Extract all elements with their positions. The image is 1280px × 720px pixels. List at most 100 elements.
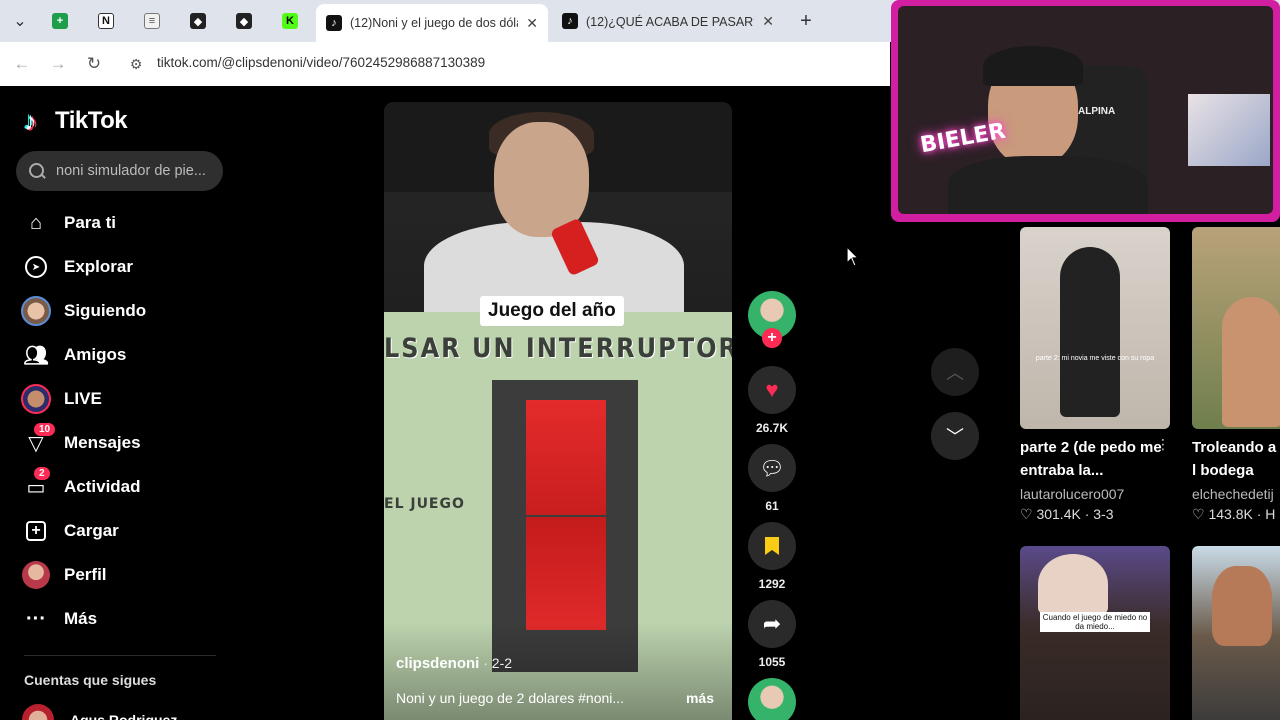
person-figure [1038,554,1108,614]
person-figure [1212,566,1272,646]
recommended-thumb[interactable]: parte 2: mi novia me viste con su ropa [1020,227,1170,429]
more-icon: ··· [26,607,46,630]
nav-label: Mensajes [64,433,141,452]
activity-badge: 2 [34,467,50,480]
more-options-icon[interactable]: ⋮ [1156,436,1170,453]
recommended-title[interactable]: parte 2 (de pedo me entraba la... [1020,436,1170,482]
nav-cargar[interactable]: + Cargar [20,513,119,549]
video-streamer-frame [384,102,732,332]
nav-amigos[interactable]: 👥︎ Amigos [20,337,126,373]
share-icon[interactable]: ➦ [748,600,796,648]
site-info-icon[interactable]: ⚙ [124,52,148,76]
tiktok-logo[interactable]: ♪ TikTok [24,106,128,136]
pinned-tab-kick[interactable]: K [276,5,304,37]
video-player[interactable]: Juego del año LSAR UN INTERRUPTOR EL JUE… [384,102,732,720]
search-input[interactable] [56,163,216,179]
next-creator-avatar[interactable] [748,678,796,720]
tab-inactive[interactable]: ♪ (12)¿QUÉ ACABA DE PASAR? 😳 ✕ [552,5,784,37]
chevron-up-icon[interactable]: ︿ [931,348,979,396]
tiktok-icon: ♪ [562,13,578,29]
recommended-thumb[interactable] [1192,546,1280,720]
chevron-down-icon: ⌄ [13,13,27,30]
author-name[interactable]: clipsdenoni [396,655,479,672]
tab-title: (12)¿QUÉ ACABA DE PASAR? 😳 [586,14,754,29]
pinned-tab-app[interactable]: ◆ [184,5,212,37]
new-tab-button[interactable]: + [792,5,820,37]
nav-perfil[interactable]: Perfil [20,557,107,593]
forward-arrow-icon[interactable]: → [46,52,70,76]
person-figure [1222,297,1280,427]
share-count: 1055 [758,655,786,669]
pinned-tab-notion[interactable]: N [92,5,120,37]
switch-top [526,400,606,515]
recommended-thumb[interactable] [1192,227,1280,429]
webcam-feed: ALPINA BIELER [898,6,1273,214]
reload-icon[interactable]: ↻ [82,52,106,76]
url-field[interactable]: tiktok.com/@clipsdenoni/video/7602452986… [157,55,485,70]
video-author[interactable]: clipsdenoni · 2-2 [396,655,512,672]
kick-icon: K [282,13,298,29]
pinned-tab-sheets[interactable]: + [46,5,74,37]
comment-count: 61 [765,499,779,513]
chevron-down-icon[interactable]: ﹀ [931,412,979,460]
pinned-tab-notes[interactable]: ≡ [138,5,166,37]
logo-text: TikTok [55,107,128,134]
nav-label: Perfil [64,565,107,584]
switch-bottom [526,517,606,630]
nav-para-ti[interactable]: ⌂ Para ti [20,205,116,241]
search-box[interactable] [16,151,223,191]
nav-explorar[interactable]: ➤ Explorar [20,249,133,285]
app-icon: ◆ [190,13,206,29]
recommended-thumb[interactable]: Cuando el juego de miedo no da miedo... [1020,546,1170,720]
thumb-overlay-text: Cuando el juego de miedo no da miedo... [1040,612,1150,632]
profile-icon [20,559,52,591]
like-action[interactable]: ♥ 26.7K [748,366,796,435]
close-icon[interactable]: ✕ [526,15,538,32]
tab-title: (12)Noni y el juego de dos dóla [350,16,519,30]
messages-badge: 10 [34,423,56,436]
nav-label: Actividad [64,477,141,496]
poster [1188,94,1270,166]
share-action[interactable]: ➦ 1055 [748,600,796,669]
recommended-user[interactable]: lautarolucero007 [1020,486,1124,502]
nav-label: Para ti [64,213,116,232]
nav-siguiendo[interactable]: Siguiendo [20,293,146,329]
nav-mensajes[interactable]: ▽ 10 Mensajes [20,423,141,461]
back-arrow-icon[interactable]: ← [10,52,34,76]
sheets-icon: + [52,13,68,29]
messages-icon: ▽ 10 [20,423,56,459]
heart-icon[interactable]: ♥ [748,366,796,414]
nav-label: LIVE [64,389,102,408]
comment-icon[interactable]: 💬︎ [748,444,796,492]
save-action[interactable]: 1292 [748,522,796,591]
nav-mas[interactable]: ··· Más [20,601,97,637]
chair-brand: ALPINA [1078,106,1116,117]
nav-label: Amigos [64,345,127,364]
close-icon[interactable]: ✕ [762,13,774,30]
nav-live[interactable]: LIVE [20,381,102,417]
nav-label: Más [64,609,98,628]
more-link[interactable]: más [686,690,714,706]
search-icon [28,162,46,180]
following-account[interactable]: Agus Rodriguez [22,704,177,720]
tiktok-icon: ♪ [326,15,342,31]
recommended-title[interactable]: Troleando a l bodega Aurr [1192,436,1280,484]
tab-active[interactable]: ♪ (12)Noni y el juego de dos dóla ✕ [316,4,548,42]
notion-icon: N [98,13,114,29]
follow-plus-icon[interactable]: + [762,328,782,348]
nav-label: Explorar [64,257,133,276]
tab-list-button[interactable]: ⌄ [6,5,34,37]
screen: ⌄ + N ≡ ◆ ◆ K ♪ (12)Noni y el juego de d… [0,0,1280,720]
streamer-hair [983,46,1083,86]
comment-action[interactable]: 💬︎ 61 [748,444,796,513]
recommended-user[interactable]: elchechedetij [1192,486,1280,502]
activity-icon: ▭ 2 [20,467,52,503]
nav-label: Cargar [64,521,119,540]
tiktok-note-icon: ♪ [24,106,37,136]
notes-icon: ≡ [144,13,160,29]
neon-sign: BIELER [918,118,1008,159]
bookmark-icon[interactable] [748,522,796,570]
nav-actividad[interactable]: ▭ 2 Actividad [20,467,141,505]
recommended-stats: ♡ 301.4K · 3-3 [1020,506,1114,522]
pinned-tab-app-2[interactable]: ◆ [230,5,258,37]
